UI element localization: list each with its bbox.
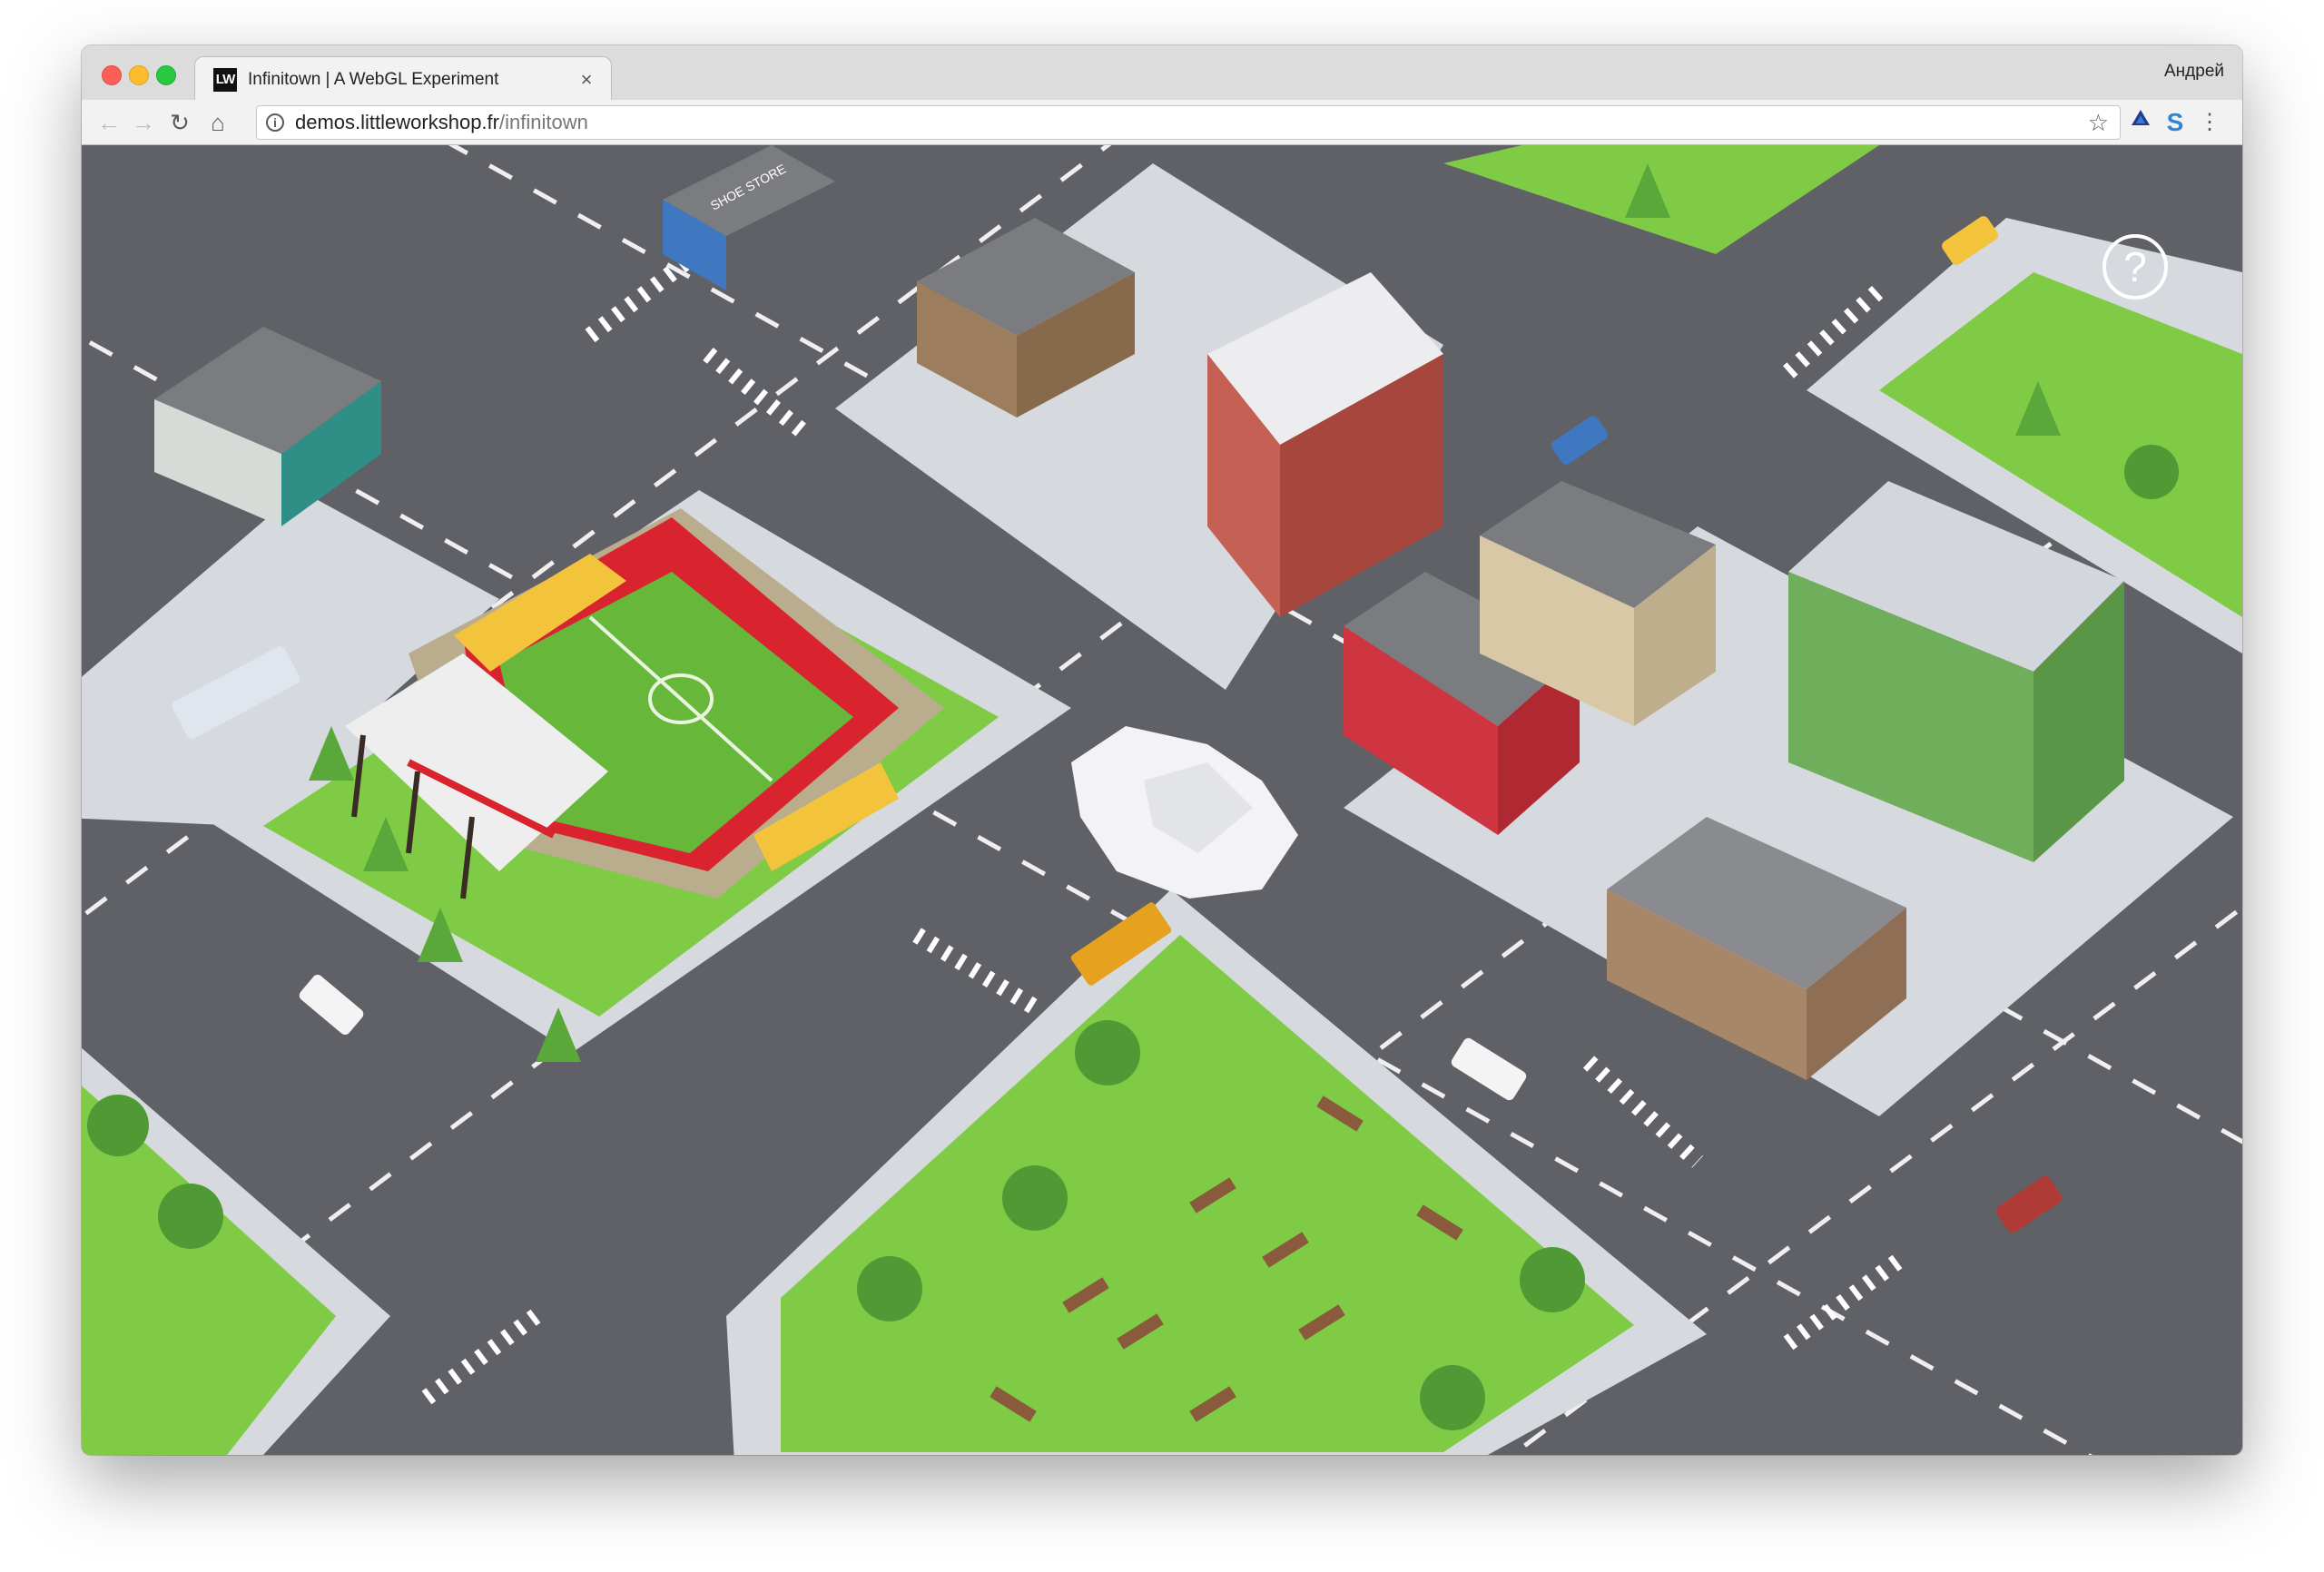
webgl-viewport[interactable]: SHOE STORE ?	[82, 145, 2242, 1455]
chrome-menu-icon[interactable]: ⋮	[2195, 108, 2224, 137]
city-scene[interactable]: SHOE STORE	[82, 145, 2242, 1455]
home-icon[interactable]: ⌂	[203, 108, 232, 137]
extension-s-icon[interactable]: S	[2161, 108, 2190, 137]
help-question-icon[interactable]: ?	[2102, 234, 2168, 300]
back-arrow-icon[interactable]: ←	[94, 108, 123, 137]
tab-title: Infinitown | A WebGL Experiment	[248, 70, 499, 89]
site-favicon-icon: LW	[213, 68, 237, 92]
close-window-button[interactable]	[102, 65, 122, 85]
site-info-icon[interactable]: i	[266, 113, 284, 132]
close-tab-icon[interactable]: ×	[575, 68, 598, 92]
browser-window: LW Infinitown | A WebGL Experiment × Анд…	[82, 45, 2242, 1455]
forward-arrow-icon[interactable]: →	[129, 108, 158, 137]
maximize-window-button[interactable]	[156, 65, 176, 85]
url-path: /infinitown	[498, 111, 588, 133]
browser-toolbar: ← → ↻ ⌂ i demos.littleworkshop.fr/infini…	[82, 100, 2242, 145]
minimize-window-button[interactable]	[129, 65, 149, 85]
tab-infinitown[interactable]: LW Infinitown | A WebGL Experiment ×	[194, 56, 612, 100]
extension-drive-icon[interactable]	[2126, 108, 2155, 137]
address-bar[interactable]: i demos.littleworkshop.fr/infinitown ☆	[256, 105, 2121, 140]
profile-name[interactable]: Андрей	[2164, 62, 2224, 82]
reload-icon[interactable]: ↻	[165, 108, 194, 137]
tab-strip: LW Infinitown | A WebGL Experiment × Анд…	[82, 45, 2242, 100]
url-text: demos.littleworkshop.fr/infinitown	[295, 106, 588, 139]
url-host: demos.littleworkshop.fr	[295, 111, 499, 133]
bookmark-star-icon[interactable]: ☆	[2088, 106, 2109, 139]
